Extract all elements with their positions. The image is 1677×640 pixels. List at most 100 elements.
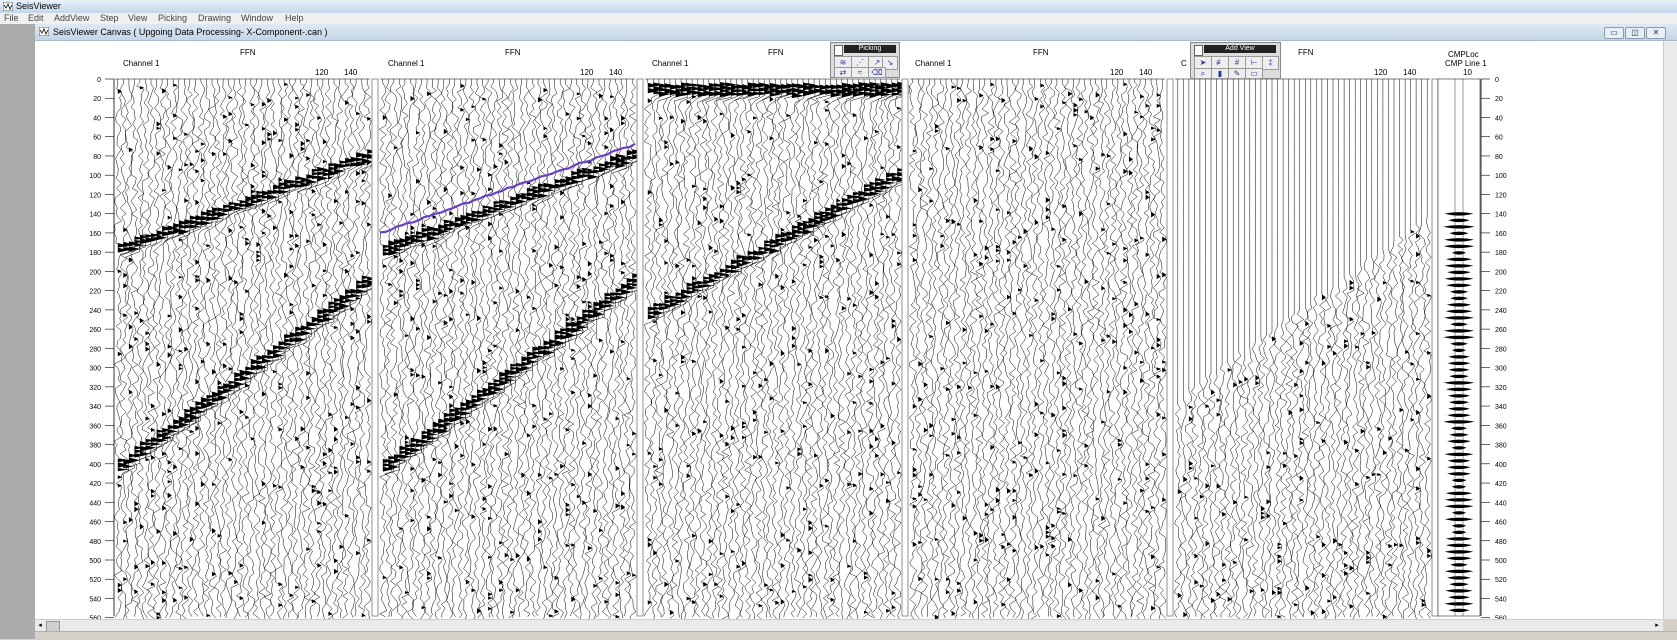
panel-1-channel-label: Channel 1 [123,59,160,68]
seismic-trace [914,79,924,619]
menu-help[interactable]: Help [285,13,304,24]
time-axis-right-label: 20 [1495,96,1503,103]
seismic-trace-fill [1294,382,1299,607]
minimize-icon: ▭ [1610,28,1618,37]
time-axis-left-label: 60 [93,135,101,142]
pick-smooth-tool[interactable]: ≈ [851,67,869,78]
time-axis-left-label: 360 [89,423,101,430]
seismic-trace [1091,79,1101,619]
menu-drawing[interactable]: Drawing [198,13,231,24]
time-axis-right-label: 400 [1495,462,1507,469]
addview-toolbox[interactable]: Add View ➤ ≢ # ⊢ ‡ ⌕ ▮ ✎ ▭ [1190,42,1281,79]
seismic-trace [947,79,957,617]
menu-window[interactable]: Window [241,13,273,24]
add-annotation-tool[interactable]: ✎ [1228,68,1246,79]
picking-toolbox[interactable]: Picking ≋ ⋰ ↗ ↘ ⇄ ≈ ⌫ [830,42,900,78]
seismic-trace [1367,79,1377,617]
app-title: SeisViewer [16,1,61,11]
pick-erase-tool[interactable]: ⌫ [868,67,886,78]
seismic-trace [152,79,168,619]
time-axis-left-label: 220 [89,289,101,296]
seismic-trace-fill [626,150,638,576]
seismic-trace [1406,79,1416,618]
seismic-trace [191,79,207,617]
seismic-trace [992,79,1001,617]
seismic-trace [931,79,940,619]
menu-addview[interactable]: AddView [54,13,89,24]
seismic-trace [1345,79,1355,618]
seismic-trace-fill [306,93,318,551]
scroll-left-icon[interactable]: ◂ [36,621,44,630]
time-axis-left-label: 340 [89,404,101,411]
add-axis-view-tool[interactable]: ‡ [1262,56,1279,70]
menu-view[interactable]: View [128,13,147,24]
pick-erase-icon: ⌫ [871,68,883,77]
menu-step[interactable]: Step [100,13,119,24]
seismic-trace-fill [1277,542,1282,619]
seismic-trace [799,79,816,619]
seismic-trace-fill [582,134,594,506]
colorbar-icon: ▮ [1217,69,1223,78]
seismic-trace-fill [697,84,710,434]
seismic-trace [1119,79,1129,619]
zoom-view-tool[interactable]: ⌕ [1194,68,1212,79]
seismic-trace [1179,79,1188,618]
time-axis-right-label: 100 [1495,173,1507,180]
panel-3-channel-label: Channel 1 [652,59,689,68]
time-axis-right-label: 180 [1495,250,1507,257]
seismic-trace-fill [708,83,721,577]
picking-toolbox-grip[interactable] [834,45,843,56]
seismic-trace-fill [1034,96,1039,551]
menu-file[interactable]: File [4,13,19,24]
menu-picking[interactable]: Picking [158,13,187,24]
seismic-trace [1224,79,1233,618]
time-axis-left-label: 200 [89,269,101,276]
seismic-trace [760,79,777,619]
seismic-trace [997,79,1007,619]
time-axis-left-label: 420 [89,481,101,488]
add-colorbar-view-tool[interactable]: ▮ [1211,68,1229,79]
seismic-trace-fill [173,83,185,603]
seismic-trace [1329,79,1338,619]
seismic-trace [1279,79,1288,618]
seismic-trace [1207,79,1216,619]
time-axis-left-label: 160 [89,231,101,238]
seismic-trace-fill [454,216,466,513]
minimize-button[interactable]: ▭ [1604,27,1624,39]
seismic-trace-fill [995,136,1001,504]
pick-snap-tool[interactable]: ⇄ [834,67,852,78]
panel-5-tick-120: 120 [1374,68,1388,77]
seismic-trace-fill [946,146,951,595]
restore-button[interactable]: ◫ [1625,27,1645,39]
menu-edit[interactable]: Edit [28,13,44,24]
time-axis-left-label: 140 [89,212,101,219]
seismic-trace-fill [875,84,887,459]
seismic-trace-fill [228,96,240,576]
time-axis-left-label: 20 [93,96,101,103]
time-axis-left-label: 280 [89,346,101,353]
panel-separator-3 [901,78,909,617]
time-axis-left-label: 0 [97,77,101,84]
scroll-right-icon[interactable]: ▸ [1653,621,1661,630]
seismic-trace [1141,79,1151,619]
pick-horizon-icon: ⋰ [856,58,864,67]
addview-toolbox-title: Add View [1204,45,1276,53]
seismic-trace-fill [621,115,633,511]
seismic-trace [969,79,979,619]
seismic-trace [1390,79,1399,617]
time-axis-right-label: 480 [1495,539,1507,546]
vertical-scrollbar[interactable] [1663,41,1677,619]
seismic-trace [1212,79,1222,618]
seismic-trace [1086,79,1095,619]
seismic-trace [1201,79,1210,619]
seismic-canvas[interactable]: 0 0 20 20 40 40 60 60 80 80 100 100 120 120 140 140 160 1… [35,41,1663,619]
addview-toolbox-grip[interactable] [1194,45,1203,56]
close-button[interactable]: ✕ [1646,27,1666,39]
seismic-trace [1003,79,1012,617]
add-frame-view-tool[interactable]: ▭ [1245,68,1263,79]
time-axis-left-label: 120 [89,192,101,199]
canvas-window: SeisViewer Canvas ( Upgoing Data Process… [35,24,1677,640]
panel-separator-5 [1431,78,1439,617]
seismic-trace-fill [923,382,928,502]
seismic-trace [467,79,483,619]
